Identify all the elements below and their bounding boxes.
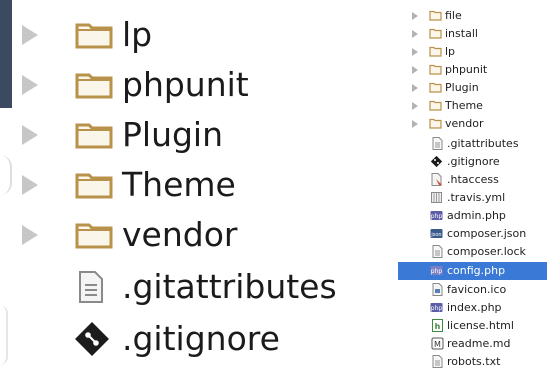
expand-arrow-icon[interactable] xyxy=(412,30,418,38)
tree-item-htaccess[interactable]: .htaccess xyxy=(398,171,547,189)
svg-text:json: json xyxy=(430,232,441,238)
tree-item-label: index.php xyxy=(447,301,502,314)
folder-icon xyxy=(429,82,442,93)
tree-item-favicon[interactable]: favicon.ico xyxy=(398,281,547,299)
folder-icon xyxy=(429,46,442,57)
text-file-icon xyxy=(432,245,443,258)
zoom-item-label: vendor xyxy=(122,215,238,254)
tree-item-label: admin.php xyxy=(447,209,506,222)
folder-icon xyxy=(429,100,442,111)
php-file-icon: php xyxy=(430,211,443,220)
zoomed-file-tree: lp phpunit Plugin Theme vendor .gitattri… xyxy=(0,0,398,369)
folder-icon xyxy=(75,173,113,199)
screenshot-root: lp phpunit Plugin Theme vendor .gitattri… xyxy=(0,0,547,369)
expand-arrow-icon[interactable] xyxy=(412,102,418,110)
image-file-icon xyxy=(432,283,443,296)
tree-item-index-php[interactable]: php index.php xyxy=(398,299,547,317)
window-edge xyxy=(0,0,12,108)
tree-item-robots-txt[interactable]: robots.txt xyxy=(398,353,547,369)
tree-item-install[interactable]: install xyxy=(398,25,547,43)
expand-arrow-icon[interactable] xyxy=(412,48,418,56)
expand-arrow-icon[interactable] xyxy=(412,84,418,92)
tree-item-admin-php[interactable]: php admin.php xyxy=(398,207,547,225)
tree-item-theme[interactable]: Theme xyxy=(398,97,547,115)
expand-arrow-icon[interactable] xyxy=(412,120,418,128)
expand-arrow-icon[interactable] xyxy=(22,175,38,195)
tree-item-composer-json[interactable]: json composer.json xyxy=(398,225,547,243)
tree-item-label: .gitignore xyxy=(447,155,500,168)
folder-icon xyxy=(75,123,113,149)
zoom-item-label: lp xyxy=(122,15,153,54)
tree-item-label: .travis.yml xyxy=(447,191,506,204)
text-file-icon xyxy=(432,137,443,150)
folder-icon xyxy=(75,223,113,249)
tree-item-plugin[interactable]: Plugin xyxy=(398,79,547,97)
svg-text:php: php xyxy=(431,305,443,312)
tree-item-label: Plugin xyxy=(445,81,479,94)
zoom-item-label: .gitattributes xyxy=(122,267,337,306)
folder-icon xyxy=(429,64,442,75)
svg-text:h: h xyxy=(435,322,441,331)
tree-item-travis[interactable]: .travis.yml xyxy=(398,189,547,207)
folder-icon xyxy=(429,28,442,39)
tree-item-label: Theme xyxy=(445,99,483,112)
tree-item-label: license.html xyxy=(447,319,514,332)
window-edge-shadow xyxy=(0,305,8,365)
htaccess-icon xyxy=(431,173,442,186)
window-edge-shadow xyxy=(0,155,12,195)
text-file-icon xyxy=(79,271,103,303)
html-file-icon: h xyxy=(432,319,443,332)
tree-item-label: phpunit xyxy=(445,63,488,76)
yml-file-icon xyxy=(431,192,442,203)
tree-item-file[interactable]: file xyxy=(398,7,547,25)
svg-text:php: php xyxy=(431,268,443,275)
folder-icon xyxy=(75,73,113,99)
expand-arrow-icon[interactable] xyxy=(22,125,38,145)
git-icon xyxy=(430,155,443,168)
expand-arrow-icon[interactable] xyxy=(22,75,38,95)
tree-item-label: .gitattributes xyxy=(447,137,519,150)
tree-item-lp[interactable]: lp xyxy=(398,43,547,61)
tree-item-label: readme.md xyxy=(447,337,511,350)
markdown-file-icon: M xyxy=(431,337,444,350)
tree-item-label: install xyxy=(445,27,478,40)
tree-item-gitattributes[interactable]: .gitattributes xyxy=(398,135,547,153)
git-icon xyxy=(75,322,109,356)
php-file-icon: php xyxy=(430,266,443,275)
tree-item-label: composer.json xyxy=(447,227,527,240)
tree-item-config-php[interactable]: php config.php xyxy=(398,262,547,280)
folder-icon xyxy=(429,10,442,21)
folder-icon xyxy=(75,23,113,49)
expand-arrow-icon[interactable] xyxy=(22,25,38,45)
tree-item-readme-md[interactable]: M readme.md xyxy=(398,335,547,353)
tree-item-label: lp xyxy=(445,45,456,58)
project-file-tree: file install lp phpunit Plugin Theme ven… xyxy=(398,0,547,369)
expand-arrow-icon[interactable] xyxy=(412,66,418,74)
tree-item-label: config.php xyxy=(447,264,506,277)
tree-item-label: composer.lock xyxy=(447,245,526,258)
text-file-icon xyxy=(432,355,443,368)
zoom-item-label: Plugin xyxy=(122,115,224,154)
folder-icon xyxy=(429,118,442,129)
tree-item-label: robots.txt xyxy=(447,355,501,368)
json-file-icon: json xyxy=(430,229,443,238)
tree-item-label: favicon.ico xyxy=(447,283,507,296)
php-file-icon: php xyxy=(430,303,443,312)
tree-item-phpunit[interactable]: phpunit xyxy=(398,61,547,79)
tree-item-gitignore[interactable]: .gitignore xyxy=(398,153,547,171)
tree-item-label: file xyxy=(445,9,462,22)
tree-item-composer-lock[interactable]: composer.lock xyxy=(398,243,547,261)
expand-arrow-icon[interactable] xyxy=(22,225,38,245)
zoom-item-label: phpunit xyxy=(122,65,249,104)
zoom-item-label: Theme xyxy=(122,165,236,204)
tree-item-label: vendor xyxy=(445,117,484,130)
svg-text:php: php xyxy=(431,213,443,220)
zoom-item-label: .gitignore xyxy=(122,319,280,358)
expand-arrow-icon[interactable] xyxy=(412,12,418,20)
tree-item-vendor[interactable]: vendor xyxy=(398,115,547,133)
svg-text:M: M xyxy=(434,340,441,349)
tree-item-license-html[interactable]: h license.html xyxy=(398,317,547,335)
tree-item-label: .htaccess xyxy=(447,173,499,186)
